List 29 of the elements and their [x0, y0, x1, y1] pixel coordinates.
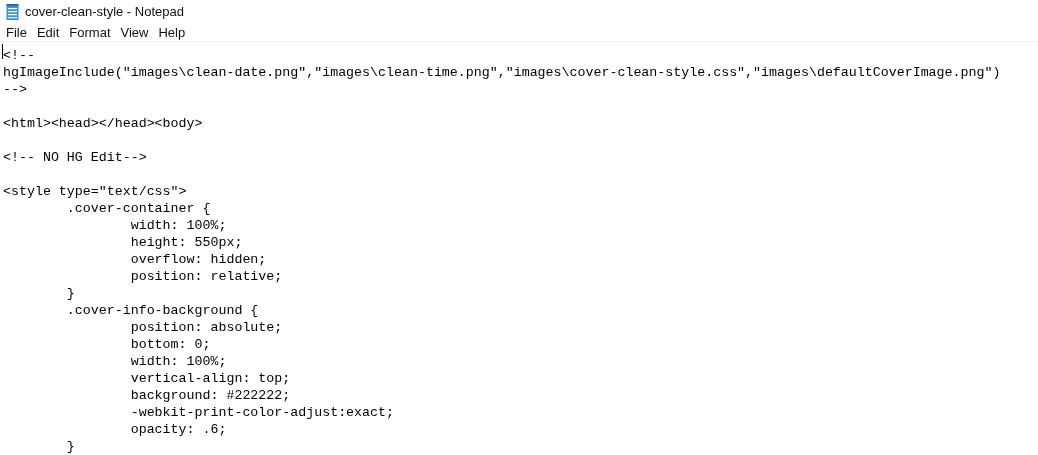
code-line: .cover-container {	[65, 201, 211, 216]
menu-item[interactable]: Format	[64, 23, 116, 42]
code-line: -->	[3, 82, 27, 97]
menu-item[interactable]: File	[1, 23, 32, 42]
menu-item[interactable]: Help	[153, 23, 191, 42]
code-line: -webkit-print-color-adjust:exact;	[129, 405, 394, 420]
code-line: position: relative;	[129, 269, 283, 284]
code-line: overflow: hidden;	[129, 252, 267, 267]
code-line: }	[65, 286, 75, 301]
window-title: cover-clean-style - Notepad	[25, 3, 184, 22]
code-line: opacity: .6;	[129, 422, 227, 437]
code-line: height: 550px;	[129, 235, 243, 250]
code-line: bottom: 0;	[129, 337, 211, 352]
code-line: vertical-align: top;	[129, 371, 291, 386]
menu-item[interactable]: Edit	[31, 23, 65, 42]
code-line: <style type="text/css">	[3, 184, 187, 199]
code-line: position: absolute;	[129, 320, 283, 335]
text-cursor	[2, 44, 3, 59]
menu-item[interactable]: View	[115, 23, 154, 42]
code-line: width: 100%;	[129, 354, 227, 369]
code-line: <!--	[3, 48, 35, 63]
code-line: width: 100%;	[129, 218, 227, 233]
notepad-icon	[6, 4, 19, 20]
code-line: }	[65, 439, 75, 454]
code-line: <!-- NO HG Edit-->	[3, 150, 147, 165]
code-line: hgImageInclude("images\clean-date.png","images\clean-time.png","images\cover-clean-style.css","images\defaultCoverImage.png")	[3, 65, 1001, 80]
code-line: <html><head></head><body>	[3, 116, 203, 131]
code-line: .cover-info-background {	[65, 303, 259, 318]
code-line: background: #222222;	[129, 388, 291, 403]
